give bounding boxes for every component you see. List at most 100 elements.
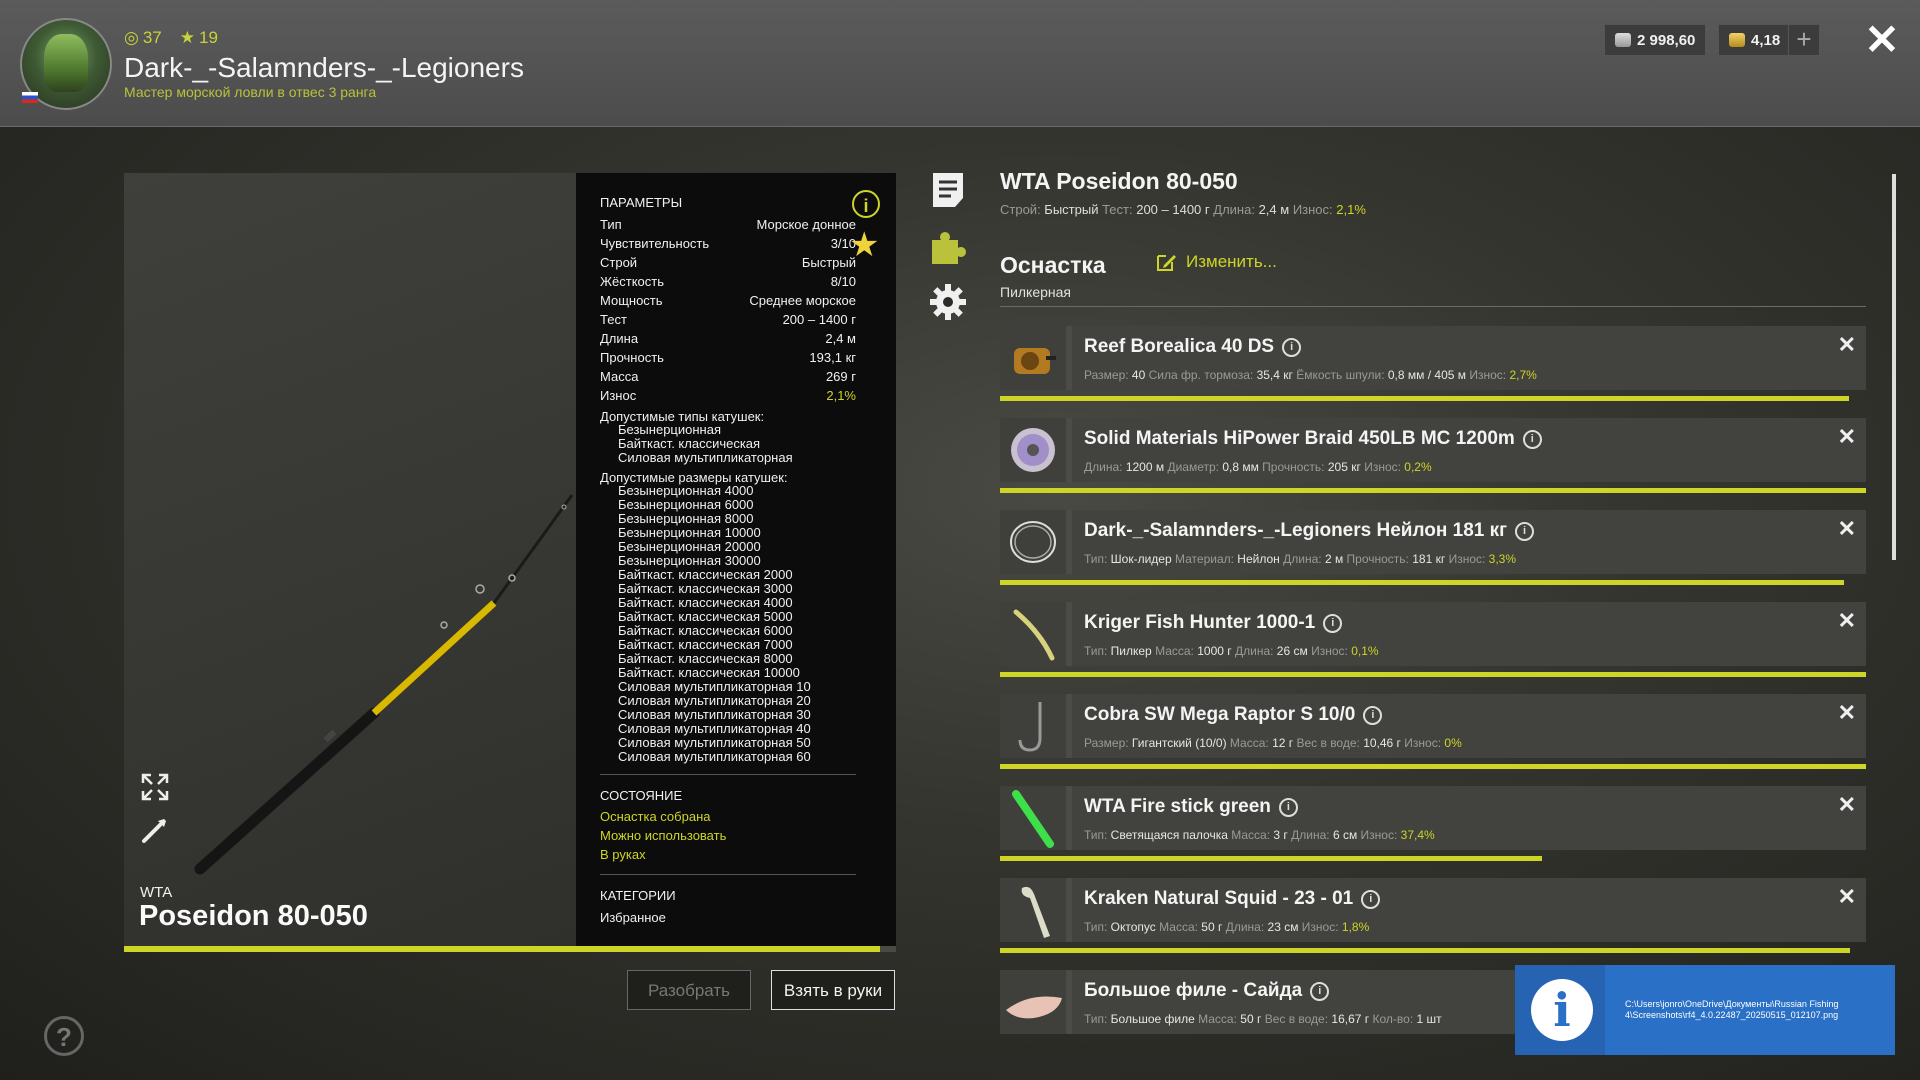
reel-type-item: Силовая мультипликаторная (618, 450, 793, 465)
detail-label: Длина: (1234, 644, 1277, 658)
level-stat: ◎ 37 (124, 28, 162, 47)
info-icon[interactable]: i (1310, 981, 1330, 1001)
pilker-icon (1013, 609, 1055, 661)
wrench-icon[interactable] (140, 815, 170, 845)
detail-label: Тип: (1084, 644, 1111, 658)
spec-value: 200 – 1400 г (1136, 202, 1210, 217)
favorite-star-icon[interactable]: ★ (849, 228, 879, 262)
russia-flag-icon (22, 92, 38, 103)
document-icon[interactable] (928, 170, 968, 210)
remove-item-icon[interactable]: ✕ (1838, 608, 1856, 634)
tackle-item[interactable]: Kriger Fish Hunter 1000-1 i Тип: Пилкер Ма… (1000, 602, 1866, 666)
detail-value: 0,1% (1351, 644, 1379, 658)
spec-label: Строй: (1000, 202, 1045, 217)
squid-icon (1021, 886, 1050, 938)
puzzle-icon[interactable] (928, 226, 968, 266)
info-icon[interactable]: i (1515, 521, 1535, 541)
silver-balance: 2 998,60 (1604, 24, 1707, 56)
detail-value: Шок-лидер (1110, 552, 1172, 566)
take-in-hands-button[interactable]: Взять в руки (771, 970, 895, 1010)
rod-preview[interactable] (124, 173, 576, 946)
disassemble-button[interactable]: Разобрать (627, 970, 751, 1010)
close-icon[interactable]: ✕ (1862, 19, 1902, 61)
detail-label: Износ: (1448, 552, 1489, 566)
detail-label: Износ: (1364, 460, 1405, 474)
reel-size-item: Безынерционная 8000 (618, 511, 754, 526)
screenshot-notification[interactable]: i C:\Users\jonro\OneDrive\Документы\Russ… (1515, 965, 1895, 1055)
edit-tackle-link[interactable]: Изменить... (1156, 252, 1277, 272)
detail-value: Светящаяся палочка (1110, 828, 1228, 842)
rod-spec-line: Строй: Быстрый Тест: 200 – 1400 г Длина:… (1000, 202, 1366, 217)
remove-item-icon[interactable]: ✕ (1838, 884, 1856, 910)
reel-icon (1014, 348, 1056, 374)
remove-item-icon[interactable]: ✕ (1838, 424, 1856, 450)
expand-icon[interactable] (140, 772, 170, 802)
category-item: Избранное (600, 910, 666, 925)
scrollbar[interactable] (1892, 174, 1896, 560)
item-details: Тип: Светящаяся палочка Масса: 3 г Длина… (1084, 828, 1435, 842)
remove-item-icon[interactable]: ✕ (1838, 700, 1856, 726)
detail-value: 37,4% (1400, 828, 1435, 842)
edit-icon (1157, 255, 1176, 271)
tackle-item[interactable]: Dark-_-Salamnders-_-Legioners Нейлон 181… (1000, 510, 1866, 574)
info-icon[interactable]: i (1522, 429, 1542, 449)
param-value: 200 – 1400 г (782, 312, 856, 327)
item-thumbnail (1000, 786, 1066, 850)
fishing-rod-image (194, 494, 574, 875)
detail-label: Прочность: (1262, 460, 1328, 474)
info-icon[interactable]: i (1278, 797, 1298, 817)
item-name: WTA Fire stick green i (1084, 796, 1298, 818)
detail-value: 10,46 г (1363, 736, 1401, 750)
param-label: Тип (600, 217, 622, 232)
detail-value: Октопус (1110, 920, 1156, 934)
param-row: Мощность Среднее морское (600, 293, 856, 308)
parameters-title: ПАРАМЕТРЫ (600, 195, 683, 210)
player-stats: ◎ 37 ★ 19 (124, 28, 218, 48)
tackle-item[interactable]: Cobra SW Mega Raptor S 10/0 i Размер: Гига… (1000, 694, 1866, 758)
detail-label: Длина: (1291, 828, 1333, 842)
info-icon[interactable]: i (852, 190, 880, 218)
param-value: 8/10 (830, 274, 856, 289)
info-icon[interactable]: i (1361, 889, 1381, 909)
item-wear-bar (1000, 488, 1866, 493)
remove-item-icon[interactable]: ✕ (1838, 516, 1856, 542)
item-name-text: Kraken Natural Squid - 23 - 01 (1084, 888, 1354, 909)
info-icon: i (1531, 979, 1593, 1041)
help-icon[interactable]: ? (44, 1016, 84, 1056)
gear-icon[interactable] (928, 282, 968, 322)
fillet-icon (1006, 996, 1062, 1019)
detail-label: Размер: (1084, 368, 1132, 382)
spec-value: 2,1% (1336, 202, 1366, 217)
item-wear-bar (1000, 396, 1849, 401)
info-icon[interactable]: i (1282, 337, 1302, 357)
detail-label: Масса: (1231, 828, 1274, 842)
detail-label: Масса: (1155, 644, 1198, 658)
hook-icon (1018, 702, 1042, 752)
item-wear-bar (1000, 948, 1851, 953)
param-value: 193,1 кг (809, 350, 856, 365)
tackle-item[interactable]: WTA Fire stick green i Тип: Светящаяся пал… (1000, 786, 1866, 850)
param-value: Среднее морское (749, 293, 856, 308)
add-currency-button[interactable]: + (1788, 24, 1820, 56)
tackle-divider (1000, 306, 1866, 307)
remove-item-icon[interactable]: ✕ (1838, 332, 1856, 358)
detail-label: Длина: (1283, 552, 1325, 566)
tackle-item[interactable]: Reef Borealica 40 DS i Размер: 40 Сила фр.… (1000, 326, 1866, 390)
player-name: Dark-_-Salamnders-_-Legioners (124, 52, 524, 83)
detail-label: Масса: (1229, 736, 1273, 750)
reel-size-item: Байткаст. классическая 7000 (618, 637, 793, 652)
info-icon[interactable]: i (1363, 705, 1383, 725)
item-body: Kriger Fish Hunter 1000-1 i Тип: Пилкер Ма… (1072, 602, 1866, 666)
param-row: Тест 200 – 1400 г (600, 312, 856, 327)
item-thumbnail (1000, 970, 1066, 1034)
detail-value: 50 г (1240, 1012, 1262, 1026)
remove-item-icon[interactable]: ✕ (1838, 792, 1856, 818)
tackle-item[interactable]: Solid Materials HiPower Braid 450LB MC 1… (1000, 418, 1866, 482)
spec-label: Длина: (1213, 202, 1259, 217)
detail-label: Износ: (1301, 920, 1342, 934)
reel-size-item: Силовая мультипликаторная 50 (618, 735, 811, 750)
item-body: WTA Fire stick green i Тип: Светящаяся пал… (1072, 786, 1866, 850)
detail-value: 0,8 мм (1222, 460, 1259, 474)
tackle-item[interactable]: Kraken Natural Squid - 23 - 01 i Тип: Окто… (1000, 878, 1866, 942)
info-icon[interactable]: i (1323, 613, 1343, 633)
